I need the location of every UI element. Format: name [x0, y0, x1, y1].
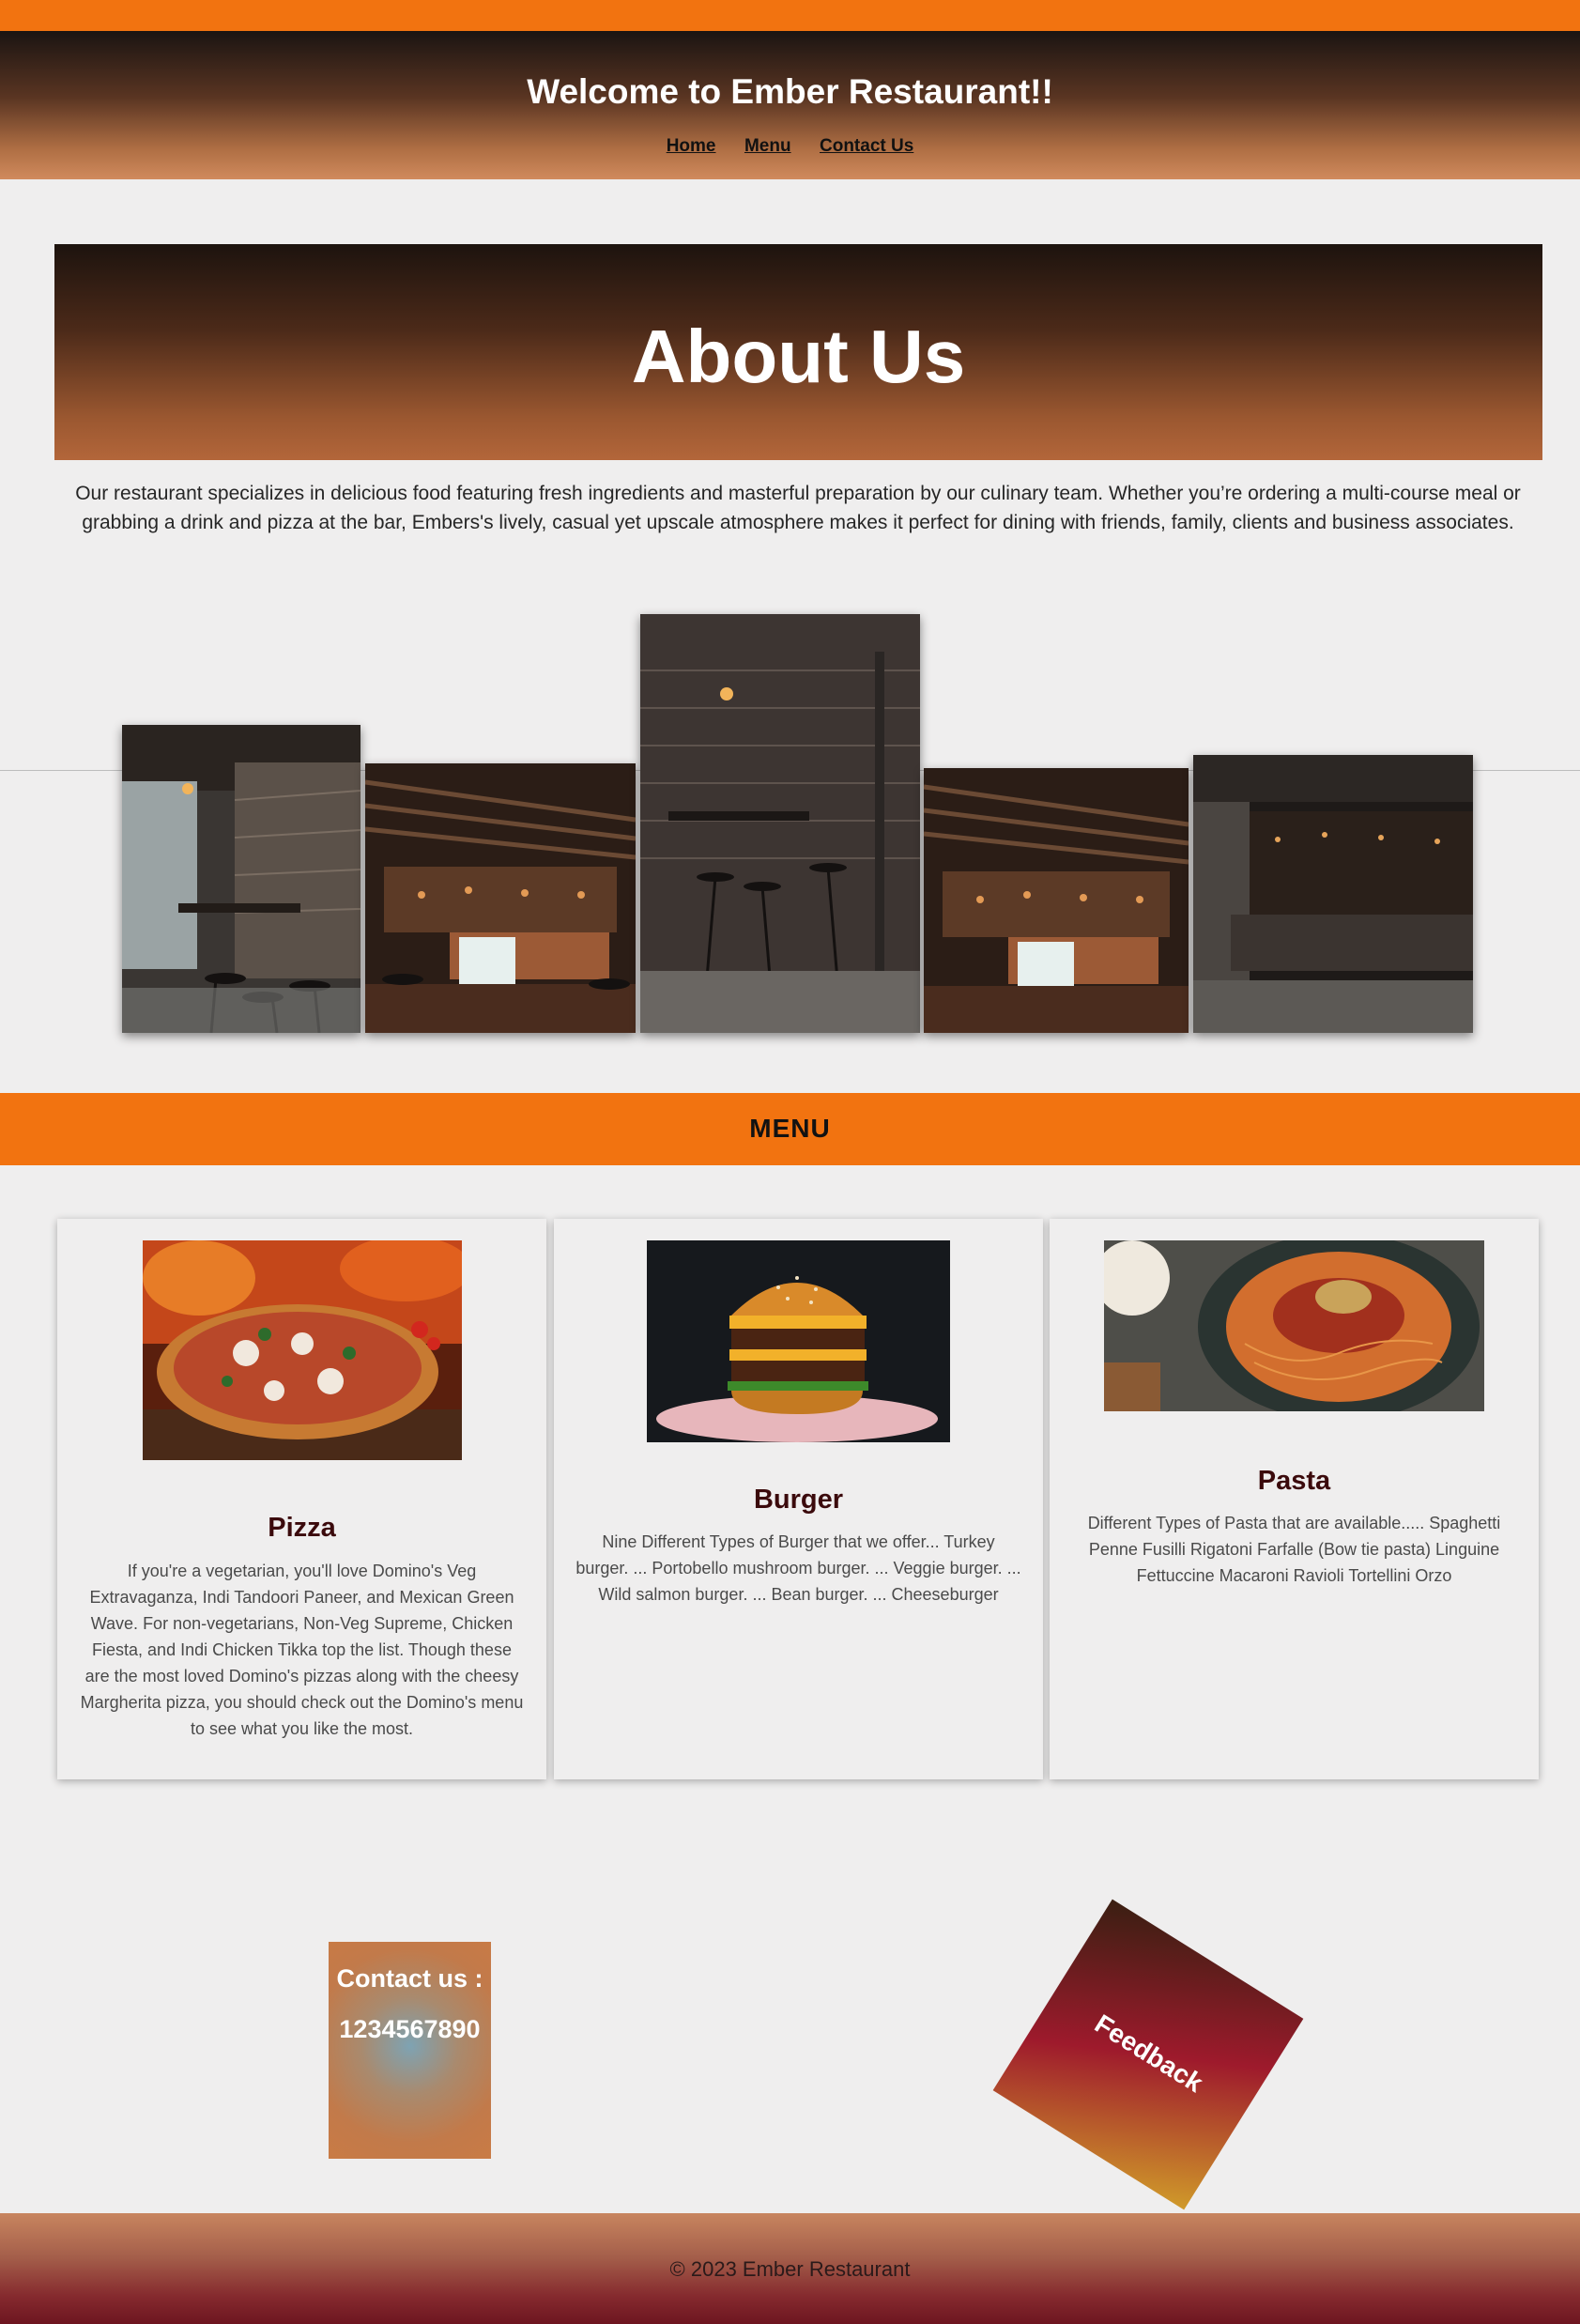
gallery-photo-5 — [1193, 755, 1473, 1033]
site-title: Welcome to Ember Restaurant!! — [527, 72, 1053, 111]
bar-counter-photo — [365, 763, 636, 1033]
about-description: Our restaurant specializes in delicious … — [75, 483, 1521, 533]
menu-card-burger: Burger Nine Different Types of Burger th… — [554, 1219, 1043, 1779]
bar-counter-photo — [924, 768, 1189, 1033]
gallery-photo-3 — [640, 614, 920, 1033]
burger-image — [647, 1240, 950, 1442]
feedback-label: Feedback — [1089, 2008, 1208, 2099]
nav-menu-link[interactable]: Menu — [744, 136, 791, 157]
contact-box: Contact us : 1234567890 — [329, 1942, 491, 2159]
brick-wall-stools-photo — [640, 614, 920, 1033]
main-nav: Home Menu Contact Us — [0, 136, 1580, 157]
menu-heading: MENU — [749, 1114, 831, 1143]
restaurant-interior-photo — [122, 725, 360, 1033]
site-footer: © 2023 Ember Restaurant — [0, 2213, 1580, 2324]
pasta-photo — [1104, 1240, 1484, 1411]
pizza-description: If you're a vegetarian, you'll love Domi… — [80, 1562, 524, 1738]
nav-contact-link[interactable]: Contact Us — [820, 136, 913, 157]
footer-copyright: © 2023 Ember Restaurant — [669, 2257, 911, 2281]
feedback-button[interactable]: Feedback — [992, 1899, 1304, 2210]
about-banner: About Us — [54, 244, 1542, 460]
top-accent-bar — [0, 0, 1580, 31]
menu-section-header: MENU — [0, 1093, 1580, 1165]
gallery-photo-4 — [924, 768, 1189, 1033]
pasta-title: Pasta — [1257, 1466, 1331, 1496]
burger-title: Burger — [753, 1485, 844, 1515]
pizza-title: Pizza — [268, 1513, 336, 1543]
about-heading: About Us — [631, 315, 966, 398]
burger-description: Nine Different Types of Burger that we o… — [575, 1532, 1021, 1604]
nav-home-link[interactable]: Home — [667, 136, 716, 157]
pasta-description: Different Types of Pasta that are availa… — [1087, 1514, 1501, 1585]
gallery-photo-1 — [122, 725, 360, 1033]
burger-photo — [647, 1240, 950, 1442]
menu-card-pasta: Pasta Different Types of Pasta that are … — [1050, 1219, 1539, 1779]
contact-phone[interactable]: 1234567890 — [329, 2015, 491, 2044]
menu-card-pizza: Pizza If you're a vegetarian, you'll lov… — [57, 1219, 546, 1779]
pasta-image — [1104, 1240, 1484, 1411]
pizza-image — [143, 1240, 462, 1460]
dark-bar-photo — [1193, 755, 1473, 1033]
site-header: Welcome to Ember Restaurant!! Home Menu … — [0, 31, 1580, 179]
gallery-photo-2 — [365, 763, 636, 1033]
contact-label: Contact us : — [336, 1964, 483, 1993]
pizza-photo — [143, 1240, 462, 1460]
